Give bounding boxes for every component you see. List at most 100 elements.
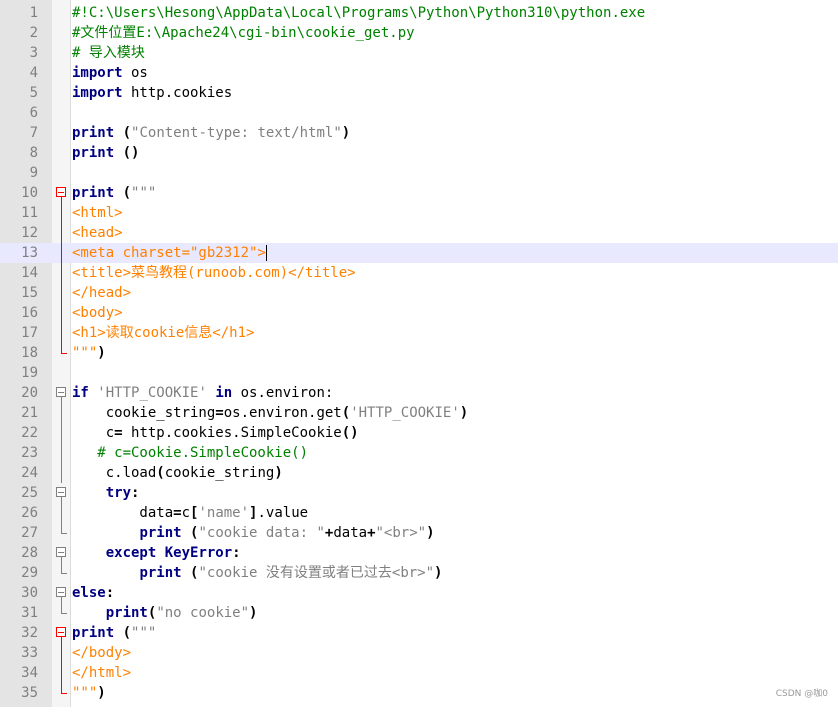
code-text: cookie_string=os.environ.get('HTTP_COOKI…	[72, 403, 469, 423]
code-line[interactable]: 5 import http.cookies	[0, 83, 838, 103]
code-token: """	[72, 345, 98, 361]
fold-line	[61, 403, 62, 423]
code-token: =	[173, 505, 182, 521]
code-line[interactable]: 16 <body>	[0, 303, 838, 323]
code-token: print	[72, 145, 115, 161]
code-line[interactable]: 8 print ()	[0, 143, 838, 163]
code-line[interactable]: 15 </head>	[0, 283, 838, 303]
code-token: )	[274, 465, 283, 481]
code-token: http.cookies	[122, 85, 233, 101]
code-text: print ("cookie 没有设置或者已过去<br>")	[72, 563, 442, 583]
code-line[interactable]: 20 if 'HTTP_COOKIE' in os.environ:	[0, 383, 838, 403]
fold-line	[61, 243, 62, 263]
line-number: 4	[29, 65, 38, 81]
code-token: 'HTTP_COOKIE'	[97, 385, 207, 401]
code-text: </head>	[72, 283, 131, 303]
code-line[interactable]: 27 print ("cookie data: "+data+"<br>")	[0, 523, 838, 543]
fold-toggle-icon[interactable]	[56, 487, 66, 497]
code-token: )	[426, 525, 435, 541]
fold-toggle-icon[interactable]	[56, 547, 66, 557]
code-line[interactable]: 34 </html>	[0, 663, 838, 683]
code-text: import os	[72, 63, 148, 83]
line-number: 15	[21, 285, 38, 301]
fold-toggle-icon[interactable]	[56, 587, 66, 597]
code-line[interactable]: 11 <html>	[0, 203, 838, 223]
code-line[interactable]: 35 """)	[0, 683, 838, 703]
line-number: 27	[21, 525, 38, 541]
code-editor[interactable]: 1 #!C:\Users\Hesong\AppData\Local\Program…	[0, 3, 838, 703]
line-number: 16	[21, 305, 38, 321]
code-token: print	[72, 625, 115, 641]
line-number: 13	[21, 245, 38, 261]
code-line[interactable]: 9	[0, 163, 838, 183]
code-line[interactable]: 21 cookie_string=os.environ.get('HTTP_CO…	[0, 403, 838, 423]
code-line[interactable]: 4 import os	[0, 63, 838, 83]
code-token: print	[139, 525, 182, 541]
code-line[interactable]: 30 else:	[0, 583, 838, 603]
code-text: print ("cookie data: "+data+"<br>")	[72, 523, 435, 543]
code-text: print ("""	[72, 183, 156, 203]
code-line[interactable]: 31 print("no cookie")	[0, 603, 838, 623]
code-text: </html>	[72, 663, 131, 683]
code-text: """)	[72, 343, 106, 363]
line-number: 5	[29, 85, 38, 101]
code-token: http.cookies.SimpleCookie	[122, 425, 342, 441]
code-token: "no cookie"	[156, 605, 250, 621]
fold-end-mark	[61, 693, 67, 694]
fold-toggle-icon[interactable]	[56, 387, 66, 397]
code-token: </html>	[72, 665, 132, 681]
code-line[interactable]: 29 print ("cookie 没有设置或者已过去<br>")	[0, 563, 838, 583]
code-text: """)	[72, 683, 106, 703]
code-token: :	[105, 585, 115, 601]
line-number: 17	[21, 325, 38, 341]
code-line[interactable]: 12 <head>	[0, 223, 838, 243]
code-line[interactable]: 22 c= http.cookies.SimpleCookie()	[0, 423, 838, 443]
code-line[interactable]: 2 #文件位置E:\Apache24\cgi-bin\cookie_get.py	[0, 23, 838, 43]
watermark: CSDN @咖0	[775, 689, 828, 699]
code-token: # c=Cookie.SimpleCookie()	[72, 445, 309, 461]
code-token: """	[72, 685, 98, 701]
code-line[interactable]: 26 data=c['name'].value	[0, 503, 838, 523]
fold-line	[61, 503, 62, 523]
line-number: 12	[21, 225, 38, 241]
code-line[interactable]: 28 except KeyError:	[0, 543, 838, 563]
code-line[interactable]: 23 # c=Cookie.SimpleCookie()	[0, 443, 838, 463]
code-line[interactable]: 32 print ("""	[0, 623, 838, 643]
code-line[interactable]: 10 print ("""	[0, 183, 838, 203]
fold-toggle-icon[interactable]	[56, 627, 66, 637]
line-number: 1	[29, 5, 38, 21]
fold-toggle-icon[interactable]	[56, 187, 66, 197]
code-line[interactable]: 13 <meta charset="gb2312">	[0, 243, 838, 263]
code-line[interactable]: 25 try:	[0, 483, 838, 503]
code-line[interactable]: 24 c.load(cookie_string)	[0, 463, 838, 483]
code-line[interactable]: 19	[0, 363, 838, 383]
code-line[interactable]: 33 </body>	[0, 643, 838, 663]
line-number: 6	[29, 105, 38, 121]
code-token: <html>	[72, 205, 123, 221]
code-token: """	[131, 185, 157, 201]
fold-line	[61, 663, 62, 683]
line-number: 18	[21, 345, 38, 361]
fold-line	[61, 203, 62, 223]
fold-line	[61, 283, 62, 303]
code-token: :	[232, 545, 241, 561]
fold-end-mark	[61, 533, 67, 534]
code-line[interactable]: 7 print ("Content-type: text/html")	[0, 123, 838, 143]
code-line[interactable]: 14 <title>菜鸟教程(runoob.com)</title>	[0, 263, 838, 283]
code-token: "cookie 没有设置或者已过去<br>"	[198, 565, 435, 581]
code-token: print	[105, 605, 148, 621]
code-text: <head>	[72, 223, 123, 243]
line-number: 2	[29, 25, 38, 41]
line-number: 19	[21, 365, 38, 381]
code-line[interactable]: 17 <h1>读取cookie信息</h1>	[0, 323, 838, 343]
code-line[interactable]: 1 #!C:\Users\Hesong\AppData\Local\Program…	[0, 3, 838, 23]
code-token: </body>	[72, 645, 132, 661]
code-line[interactable]: 3 # 导入模块	[0, 43, 838, 63]
code-token: else	[72, 585, 106, 601]
code-line[interactable]: 6	[0, 103, 838, 123]
fold-line	[61, 643, 62, 663]
code-line[interactable]: 18 """)	[0, 343, 838, 363]
